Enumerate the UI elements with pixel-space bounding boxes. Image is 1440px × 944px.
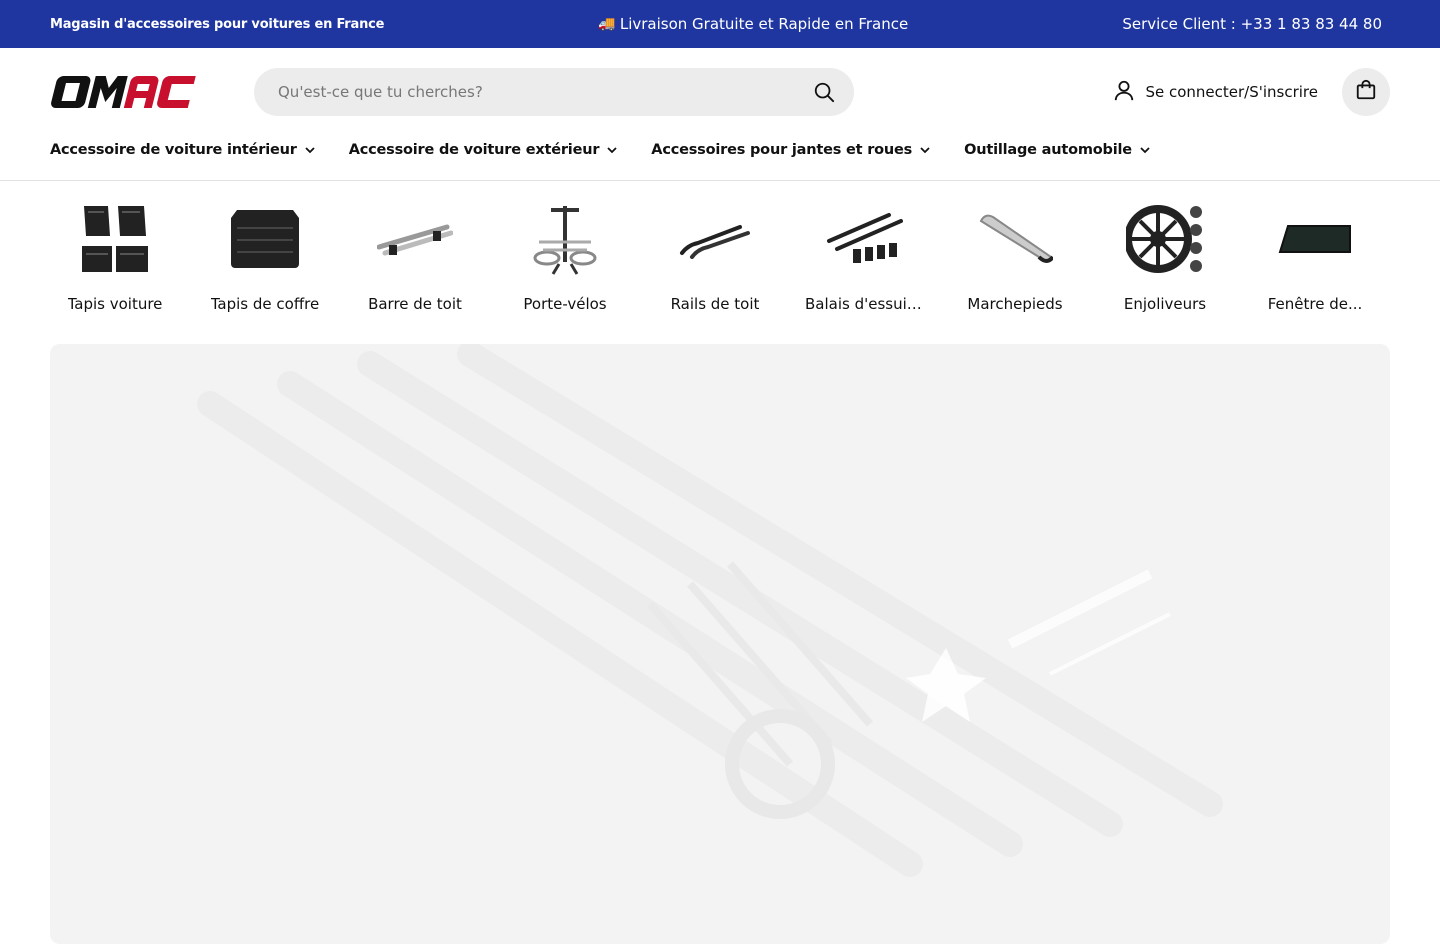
shopping-bag-icon xyxy=(1355,79,1377,105)
category-roof-rails[interactable]: Rails de toit xyxy=(640,199,790,343)
category-wiper-blades[interactable]: Balais d'essuie-glace xyxy=(790,199,940,343)
truck-icon: 🚚 xyxy=(598,16,616,32)
search-input[interactable] xyxy=(278,83,758,101)
category-label: Marchepieds xyxy=(967,295,1063,313)
nav-item-tools[interactable]: Outillage automobile xyxy=(964,142,1150,158)
window-icon xyxy=(1275,199,1355,279)
announcement-center-text: Livraison Gratuite et Rapide en France xyxy=(619,15,909,33)
category-roof-bar[interactable]: Barre de toit xyxy=(340,199,490,343)
site-header: Se connecter/S'inscrire xyxy=(0,48,1440,136)
nav-item-interior[interactable]: Accessoire de voiture intérieur xyxy=(50,142,315,158)
roof-rails-icon xyxy=(675,199,755,279)
hero-car-mat-image xyxy=(50,344,1390,944)
category-floor-mats[interactable]: Tapis voiture xyxy=(40,199,190,343)
category-label: Porte-vélos xyxy=(523,295,607,313)
category-trunk-mat[interactable]: Tapis de coffre xyxy=(190,199,340,343)
search-bar xyxy=(254,68,854,116)
roof-bar-icon xyxy=(375,199,455,279)
category-label: Tapis voiture xyxy=(67,295,163,313)
category-label: Enjoliveurs xyxy=(1123,295,1207,313)
category-label: Tapis de coffre xyxy=(210,295,320,313)
announcement-center: 🚚 Livraison Gratuite et Rapide en France xyxy=(598,15,908,33)
cart-button[interactable] xyxy=(1342,68,1390,116)
nav-item-label: Accessoire de voiture intérieur xyxy=(50,142,297,158)
user-icon xyxy=(1113,79,1135,105)
running-board-icon xyxy=(975,199,1055,279)
wiper-blades-icon xyxy=(825,199,905,279)
category-hubcaps[interactable]: Enjoliveurs xyxy=(1090,199,1240,343)
category-label: Balais d'essuie-glace xyxy=(805,295,925,313)
announcement-bar: Magasin d'accessoires pour voitures en F… xyxy=(0,0,1440,48)
chevron-down-icon xyxy=(920,146,930,153)
category-running-board[interactable]: Marchepieds xyxy=(940,199,1090,343)
bike-carrier-icon xyxy=(525,199,605,279)
trunk-mat-icon xyxy=(225,199,305,279)
category-window[interactable]: Fenêtre de... xyxy=(1240,199,1390,343)
announcement-left: Magasin d'accessoires pour voitures en F… xyxy=(50,16,385,32)
chevron-down-icon xyxy=(1140,146,1150,153)
category-label: Fenêtre de... xyxy=(1267,295,1363,313)
omac-logo[interactable] xyxy=(50,72,200,112)
nav-item-label: Accessoires pour jantes et roues xyxy=(651,142,913,158)
hubcap-icon xyxy=(1125,199,1205,279)
chevron-down-icon xyxy=(607,146,617,153)
search-icon[interactable] xyxy=(810,78,838,106)
hero-banner[interactable] xyxy=(50,344,1390,944)
chevron-down-icon xyxy=(305,146,315,153)
category-label: Rails de toit xyxy=(670,295,760,313)
nav-item-wheels[interactable]: Accessoires pour jantes et roues xyxy=(651,142,930,158)
account-link[interactable]: Se connecter/S'inscrire xyxy=(1113,48,1318,136)
nav-item-label: Outillage automobile xyxy=(964,142,1132,158)
account-label: Se connecter/S'inscrire xyxy=(1145,83,1318,101)
nav-item-label: Accessoire de voiture extérieur xyxy=(348,142,600,158)
category-strip: Tapis voiture Tapis de coffre Barre de t… xyxy=(0,181,1440,343)
main-nav: Accessoire de voiture intérieur Accessoi… xyxy=(0,136,1440,181)
omac-logo-icon xyxy=(51,76,196,108)
floor-mats-icon xyxy=(75,199,155,279)
nav-item-exterior[interactable]: Accessoire de voiture extérieur xyxy=(349,142,618,158)
category-bike-carrier[interactable]: Porte-vélos xyxy=(490,199,640,343)
customer-service-phone[interactable]: Service Client : +33 1 83 83 44 80 xyxy=(1122,15,1382,33)
category-label: Barre de toit xyxy=(368,295,462,313)
